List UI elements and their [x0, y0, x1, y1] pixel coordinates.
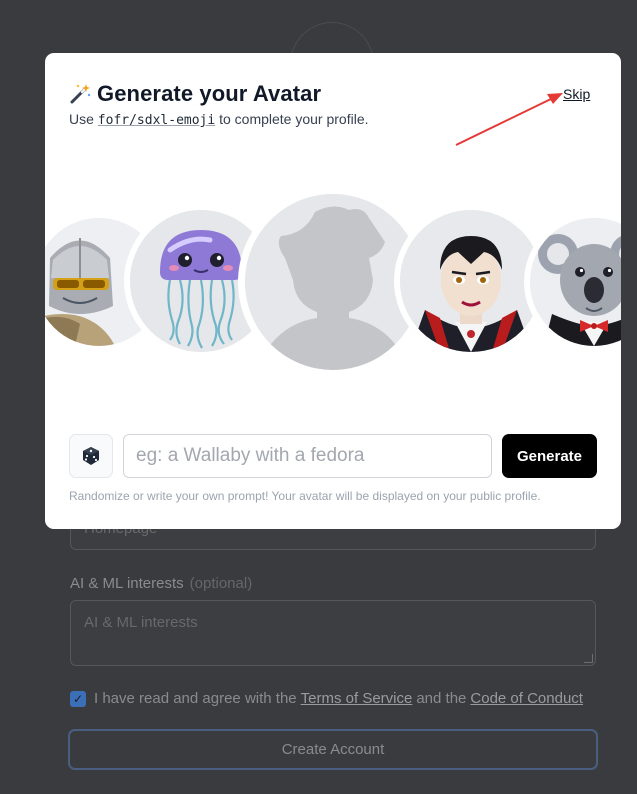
interests-label-text: AI & ML interests — [70, 575, 184, 592]
vampire-avatar[interactable] — [400, 210, 542, 352]
avatar-prompt-input[interactable] — [123, 434, 492, 478]
model-link[interactable]: fofr/sdxl-emoji — [98, 113, 215, 128]
koala-avatar[interactable] — [530, 218, 621, 346]
optional-tag: (optional) — [189, 575, 253, 592]
agree-and: and the — [416, 690, 467, 707]
terms-agreement-row: ✓ I have read and agree with the Terms o… — [70, 690, 587, 707]
generate-button[interactable]: Generate — [502, 434, 597, 478]
magic-wand-icon — [70, 84, 91, 104]
placeholder-silhouette-avatar[interactable] — [245, 194, 421, 370]
modal-subtitle: Use fofr/sdxl-emoji to complete your pro… — [69, 111, 369, 128]
resize-grip-icon[interactable] — [584, 654, 593, 663]
helper-text: Randomize or write your own prompt! Your… — [69, 489, 541, 503]
create-account-button[interactable]: Create Account — [68, 729, 598, 770]
subtitle-suffix: to complete your profile. — [219, 111, 369, 127]
skip-link[interactable]: Skip — [563, 86, 590, 102]
dice-icon — [83, 447, 99, 465]
terms-of-service-link[interactable]: Terms of Service — [301, 690, 413, 707]
interests-label: AI & ML interests (optional) — [70, 575, 252, 592]
subtitle-prefix: Use — [69, 111, 94, 127]
agree-checkbox[interactable]: ✓ — [70, 690, 86, 707]
randomize-button[interactable] — [69, 434, 113, 478]
modal-title: Generate your Avatar — [97, 81, 322, 106]
modal-header: Generate your Avatar — [69, 81, 321, 107]
agree-prefix: I have read and agree with the — [94, 690, 297, 707]
code-of-conduct-link[interactable]: Code of Conduct — [470, 690, 583, 707]
interests-textarea[interactable]: AI & ML interests — [70, 600, 596, 666]
interests-placeholder: AI & ML interests — [84, 614, 198, 631]
generate-avatar-modal: Generate your Avatar Use fofr/sdxl-emoji… — [45, 53, 621, 529]
